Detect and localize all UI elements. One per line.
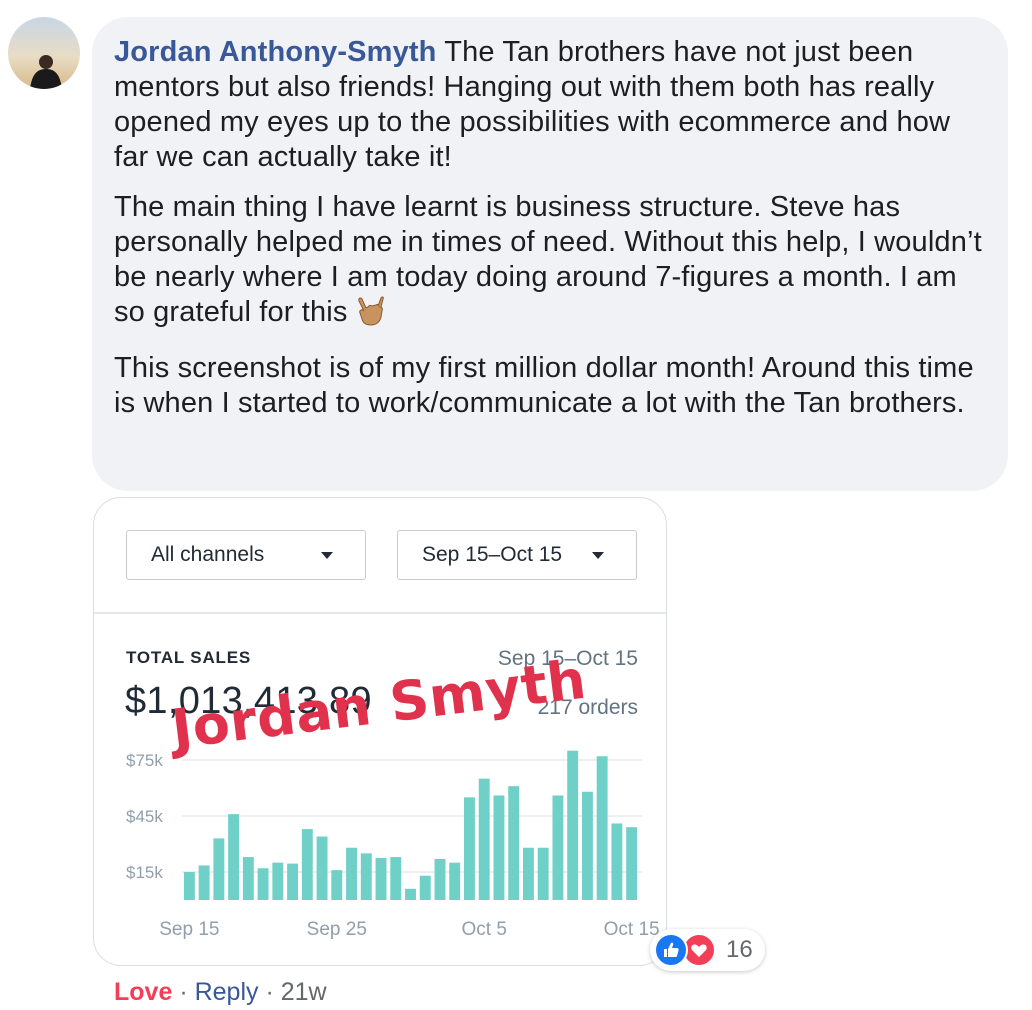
sales-bar[interactable] — [287, 863, 299, 900]
y-tick-label: $75k — [126, 751, 163, 770]
sales-bar[interactable] — [596, 756, 608, 900]
sales-bar[interactable] — [449, 862, 461, 900]
x-tick-label: Oct 15 — [604, 919, 660, 940]
call-me-hand-icon — [354, 295, 384, 336]
comment-author-link[interactable]: Jordan Anthony-Smyth — [114, 36, 437, 68]
sales-bar[interactable] — [360, 853, 372, 900]
sales-bar[interactable] — [213, 838, 225, 900]
sales-bar[interactable] — [301, 829, 313, 900]
x-tick-label: Sep 15 — [159, 919, 219, 940]
sales-bar[interactable] — [272, 862, 284, 900]
sales-bar[interactable] — [228, 814, 240, 900]
sales-bar[interactable] — [405, 888, 416, 900]
sales-bar[interactable] — [419, 875, 431, 900]
comment-paragraph-1: Jordan Anthony-Smyth The Tan brothers ha… — [114, 35, 986, 175]
sales-bar[interactable] — [316, 836, 328, 900]
sales-bar[interactable] — [390, 857, 402, 900]
sales-bar[interactable] — [375, 858, 387, 900]
sales-bar[interactable] — [257, 868, 269, 900]
sales-bar[interactable] — [567, 750, 579, 900]
reply-button[interactable]: Reply — [195, 978, 259, 1006]
sales-bar[interactable] — [464, 797, 475, 900]
sales-bar[interactable] — [508, 786, 520, 900]
sales-bar[interactable] — [198, 865, 210, 900]
avatar[interactable] — [8, 17, 80, 89]
sales-bar[interactable] — [493, 795, 505, 900]
comment-paragraph-3: This screenshot is of my first million d… — [114, 351, 986, 421]
comment-timestamp[interactable]: 21w — [281, 978, 327, 1006]
sales-bar[interactable] — [183, 872, 195, 900]
x-tick-label: Sep 25 — [307, 919, 367, 940]
comment-text-3: This screenshot is of my first million d… — [114, 352, 974, 419]
comment-paragraph-2: The main thing I have learnt is business… — [114, 190, 986, 336]
profile-photo-icon — [30, 55, 62, 89]
sales-bar[interactable] — [346, 847, 357, 900]
sales-bar[interactable] — [537, 847, 549, 900]
action-separator: · — [179, 978, 188, 1006]
sales-bar[interactable] — [626, 827, 638, 900]
reactions-summary[interactable]: 16 — [650, 929, 765, 971]
sales-bar[interactable] — [434, 858, 446, 900]
sales-bar[interactable] — [581, 791, 593, 900]
love-button[interactable]: Love — [114, 978, 172, 1006]
reaction-count: 16 — [726, 936, 753, 963]
sales-bar[interactable] — [242, 857, 254, 900]
sales-bar[interactable] — [478, 778, 490, 900]
sales-bar[interactable] — [331, 870, 343, 900]
action-separator: · — [265, 978, 274, 1006]
comment-bubble: Jordan Anthony-Smyth The Tan brothers ha… — [92, 17, 1008, 491]
sales-bar[interactable] — [522, 847, 534, 900]
attached-screenshot[interactable]: All channels Sep 15–Oct 15 TOTAL SALES S… — [93, 497, 667, 966]
y-tick-label: $15k — [126, 863, 163, 882]
x-tick-label: Oct 5 — [462, 919, 507, 940]
y-tick-label: $45k — [126, 807, 163, 826]
sales-bar[interactable] — [611, 823, 623, 900]
sales-bar[interactable] — [552, 795, 564, 900]
comment-text-2: The main thing I have learnt is business… — [114, 191, 982, 328]
like-icon — [654, 933, 688, 967]
comment-actions: Love · Reply · 21w — [114, 978, 327, 1007]
